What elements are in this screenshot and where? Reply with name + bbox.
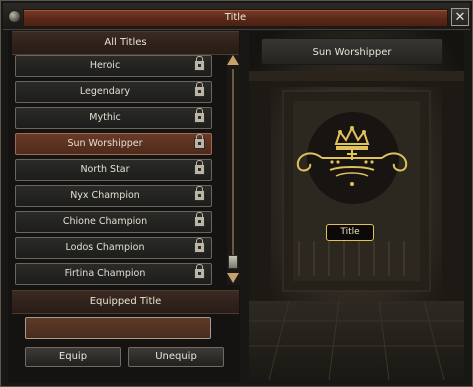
title-item-sun-worshipper[interactable]: Sun Worshipper — [15, 133, 212, 155]
equipped-title-field — [25, 317, 211, 339]
equip-button[interactable]: Equip — [25, 347, 121, 367]
title-item-firtina-champion[interactable]: Firtina Champion — [15, 263, 212, 285]
title-badge: Title — [326, 224, 374, 241]
title-item-label: Nyx Champion — [70, 190, 140, 201]
window-titlebar[interactable]: Title ✕ — [3, 3, 470, 30]
equipped-title-header: Equipped Title — [12, 290, 239, 314]
lock-icon — [194, 212, 205, 227]
title-item-heroic[interactable]: Heroic — [15, 55, 212, 77]
lock-icon — [194, 186, 205, 201]
title-item-nyx-champion[interactable]: Nyx Champion — [15, 185, 212, 207]
window-title: Title — [224, 12, 247, 23]
title-item-label: Mythic — [89, 112, 121, 123]
titles-scrollbar[interactable] — [227, 55, 240, 285]
title-item-label: Chione Champion — [62, 216, 148, 227]
lock-icon — [194, 82, 205, 97]
window-title-strip: Title — [23, 9, 448, 27]
crown-emblem-icon — [296, 126, 408, 186]
title-preview-panel: Sun Worshipper Title — [249, 31, 464, 380]
title-item-label: Firtina Champion — [64, 268, 146, 279]
all-titles-header: All Titles — [12, 31, 239, 55]
close-button[interactable]: ✕ — [451, 8, 469, 26]
title-item-lodos-champion[interactable]: Lodos Champion — [15, 237, 212, 259]
lock-icon — [194, 264, 205, 279]
lock-icon — [194, 238, 205, 253]
title-item-north-star[interactable]: North Star — [15, 159, 212, 181]
titles-panel: All Titles Heroic Legendary Mythic Sun W… — [8, 31, 240, 383]
title-item-label: Legendary — [79, 86, 131, 97]
title-window: Title ✕ All Titles Heroic Legendary Myth… — [0, 0, 473, 387]
preview-background — [249, 31, 464, 380]
scroll-track[interactable] — [232, 69, 234, 269]
title-item-label: North Star — [80, 164, 130, 175]
title-item-legendary[interactable]: Legendary — [15, 81, 212, 103]
selected-title-display: Sun Worshipper — [261, 38, 443, 65]
title-item-label: Lodos Champion — [65, 242, 145, 253]
lock-icon — [194, 56, 205, 71]
title-item-chione-champion[interactable]: Chione Champion — [15, 211, 212, 233]
lock-icon — [194, 160, 205, 175]
lock-icon — [194, 134, 205, 149]
title-item-mythic[interactable]: Mythic — [15, 107, 212, 129]
title-item-label: Sun Worshipper — [67, 138, 143, 149]
lock-icon — [194, 108, 205, 123]
window-orb-icon — [8, 10, 21, 23]
scroll-thumb[interactable] — [228, 255, 238, 269]
scroll-up-arrow-icon[interactable] — [227, 55, 239, 65]
scroll-down-arrow-icon[interactable] — [227, 273, 239, 283]
unequip-button[interactable]: Unequip — [128, 347, 224, 367]
title-item-label: Heroic — [89, 60, 121, 71]
